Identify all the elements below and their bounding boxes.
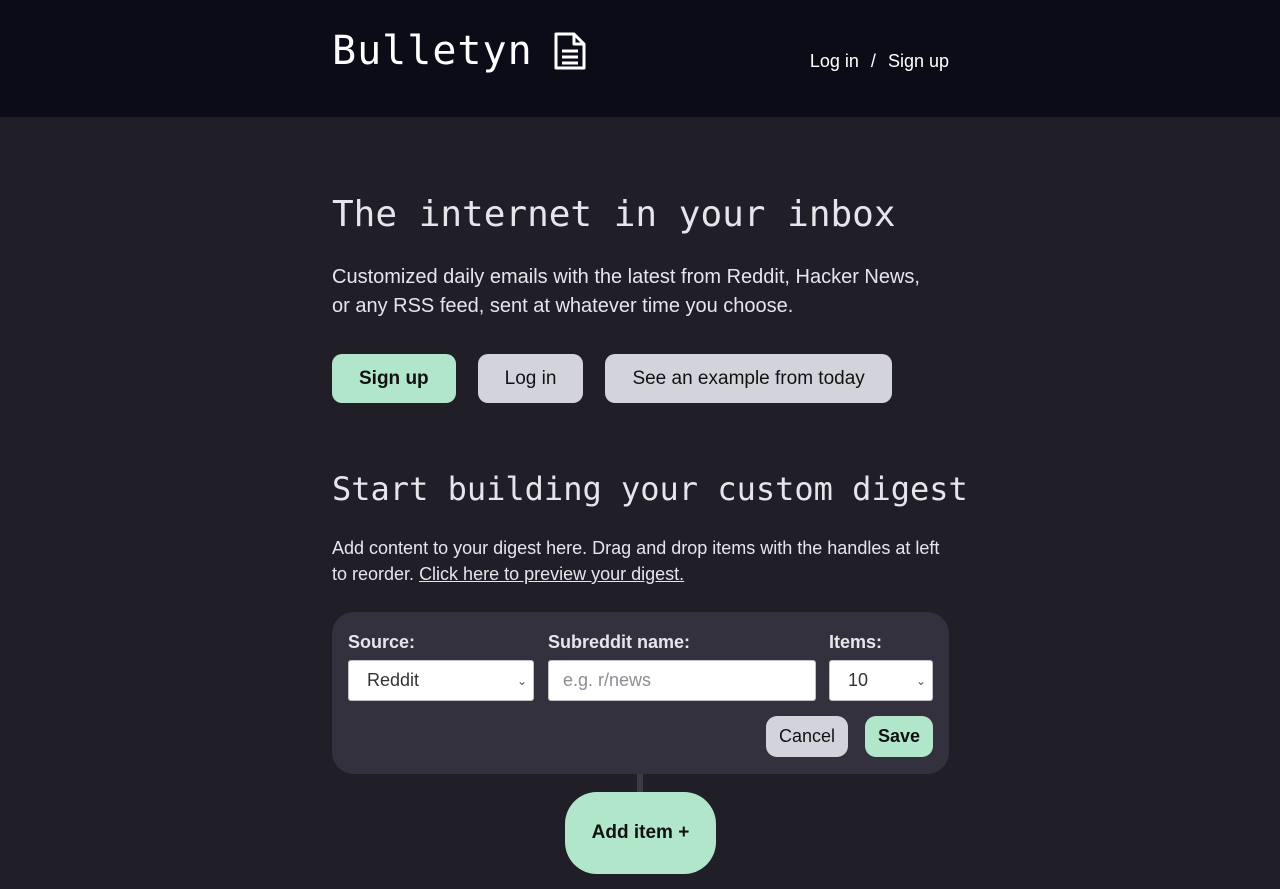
items-label: Items: — [829, 632, 883, 652]
nav-login-link[interactable]: Log in — [810, 51, 859, 72]
source-select-value: Reddit — [367, 670, 420, 690]
example-button[interactable]: See an example from today — [605, 354, 892, 403]
subreddit-placeholder: e.g. r/news — [563, 670, 652, 690]
brand-name: Bulletyn — [332, 28, 533, 74]
cancel-button[interactable]: Cancel — [766, 716, 848, 757]
subreddit-label: Subreddit name: — [548, 632, 691, 652]
source-label: Source: — [348, 632, 416, 652]
nav-separator: / — [870, 51, 876, 71]
auth-nav: Log in / Sign up — [810, 51, 949, 72]
hero-buttons: Sign up Log in See an example from today — [332, 354, 892, 403]
chevron-down-icon: ⌄ — [516, 673, 527, 688]
hero-title: The internet in your inbox — [332, 194, 896, 235]
chevron-down-icon: ⌄ — [915, 673, 926, 688]
items-select[interactable]: 10 ⌄ — [829, 660, 933, 701]
document-icon — [554, 32, 586, 70]
connector-line — [637, 774, 643, 794]
site-header: Bulletyn Log in / Sign up — [0, 0, 1280, 117]
nav-signup-link[interactable]: Sign up — [888, 51, 949, 72]
login-button[interactable]: Log in — [477, 354, 584, 403]
builder-title: Start building your custom digest — [332, 470, 968, 508]
source-select[interactable]: Reddit ⌄ — [348, 660, 534, 701]
add-item-button[interactable]: Add item + — [565, 792, 716, 874]
preview-digest-link[interactable]: Click here to preview your digest. — [419, 564, 684, 584]
items-select-value: 10 — [848, 670, 869, 690]
signup-button[interactable]: Sign up — [332, 354, 456, 403]
hero-description: Customized daily emails with the latest … — [332, 266, 920, 317]
brand-logo[interactable]: Bulletyn — [332, 28, 587, 74]
save-button[interactable]: Save — [865, 716, 933, 757]
digest-item-editor: Source: Reddit ⌄ Subreddit name: e.g. r/… — [332, 612, 949, 774]
builder-description: Add content to your digest here. Drag an… — [332, 535, 952, 587]
subreddit-input[interactable]: e.g. r/news — [548, 660, 816, 701]
